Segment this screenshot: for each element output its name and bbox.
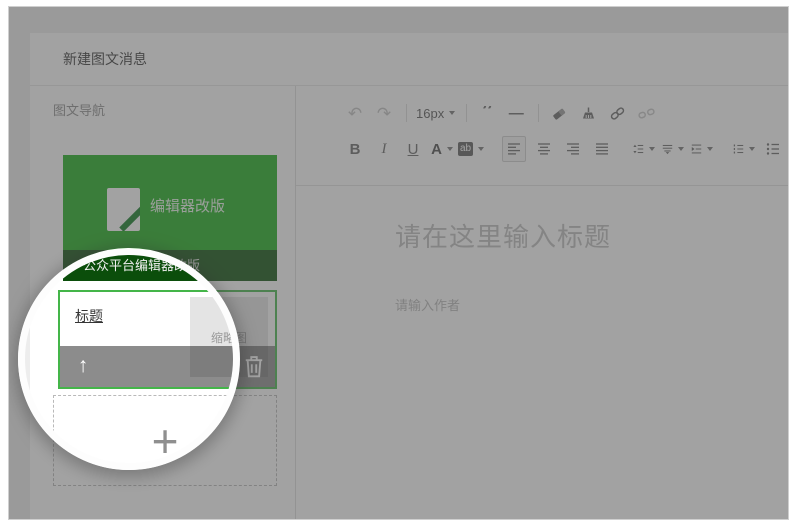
toolbar-row-1: ↶ ↷ 16px ” — — [344, 99, 788, 127]
horizontal-rule-button[interactable]: — — [505, 101, 527, 125]
delete-button[interactable] — [243, 354, 265, 378]
plus-icon: + — [152, 418, 179, 464]
editor-content-area[interactable]: 请在这里输入标题 请输入作者 — [296, 186, 788, 314]
chevron-down-icon — [478, 147, 484, 151]
toolbar-divider — [538, 104, 539, 122]
align-right-icon — [566, 142, 580, 156]
eraser-icon — [551, 106, 567, 121]
align-justify-button[interactable] — [591, 137, 613, 161]
bold-button[interactable]: B — [344, 137, 366, 161]
chevron-down-icon — [678, 147, 684, 151]
ordered-list-icon — [733, 142, 744, 156]
add-article-button[interactable]: + — [53, 395, 277, 486]
document-edit-icon — [107, 188, 140, 231]
toolbar-divider — [466, 104, 467, 122]
main-panel: 新建图文消息 图文导航 编辑器改版 公众平台编辑器改版 标题 缩略图 — [30, 33, 788, 519]
chevron-down-icon — [447, 147, 453, 151]
indent-button[interactable] — [691, 137, 713, 161]
unlink-button[interactable] — [635, 101, 657, 125]
line-height-button[interactable] — [633, 137, 655, 161]
quote-icon: ” — [481, 106, 493, 120]
cover-title: 编辑器改版 — [150, 195, 225, 216]
page-title: 新建图文消息 — [30, 33, 788, 86]
cover-caption: 公众平台编辑器改版 — [63, 250, 277, 281]
broom-icon — [581, 106, 596, 121]
editor-author-placeholder[interactable]: 请输入作者 — [395, 295, 788, 314]
cover-article-item[interactable]: 编辑器改版 公众平台编辑器改版 — [63, 155, 277, 281]
item-hover-bar: ↑ — [60, 346, 275, 387]
link-icon — [609, 106, 626, 121]
align-justify-icon — [595, 142, 609, 156]
chevron-down-icon — [449, 111, 455, 115]
ordered-list-button[interactable] — [733, 137, 755, 161]
undo-icon: ↶ — [348, 105, 362, 122]
article-title-link[interactable]: 标题 — [75, 306, 103, 326]
app-viewport: 新建图文消息 图文导航 编辑器改版 公众平台编辑器改版 标题 缩略图 — [9, 7, 788, 519]
indent-icon — [691, 142, 702, 156]
toolbar-row-2: B I U A ab — [344, 135, 788, 163]
align-center-icon — [537, 142, 551, 156]
letter-spacing-icon — [662, 142, 673, 156]
toolbar-divider — [406, 104, 407, 122]
redo-icon: ↷ — [377, 105, 391, 122]
eraser-button[interactable] — [548, 101, 570, 125]
font-color-button[interactable]: A — [431, 137, 453, 161]
article-nav-sidebar: 图文导航 编辑器改版 公众平台编辑器改版 标题 缩略图 ↑ — [30, 86, 296, 519]
unlink-icon — [638, 106, 655, 121]
chevron-down-icon — [649, 147, 655, 151]
blockquote-button[interactable]: ” — [476, 101, 498, 125]
align-left-button[interactable] — [502, 136, 526, 162]
chevron-down-icon — [749, 147, 755, 151]
font-size-value: 16px — [416, 106, 444, 121]
highlight-color-button[interactable]: ab — [460, 137, 482, 161]
chevron-down-icon — [707, 147, 713, 151]
editor-toolbar: ↶ ↷ 16px ” — — [296, 86, 788, 186]
italic-button[interactable]: I — [373, 137, 395, 161]
font-size-select[interactable]: 16px — [416, 101, 455, 125]
hr-icon: — — [509, 105, 524, 122]
undo-button[interactable]: ↶ — [344, 101, 366, 125]
editor-title-placeholder[interactable]: 请在这里输入标题 — [395, 217, 788, 254]
bullet-list-button[interactable] — [762, 137, 784, 161]
bullet-list-icon — [766, 142, 780, 156]
link-button[interactable] — [606, 101, 628, 125]
align-center-button[interactable] — [533, 137, 555, 161]
line-height-icon — [633, 142, 644, 156]
up-arrow-icon: ↑ — [78, 354, 89, 377]
redo-button[interactable]: ↷ — [373, 101, 395, 125]
underline-button[interactable]: U — [402, 137, 424, 161]
trash-icon — [243, 354, 265, 378]
article-item-selected[interactable]: 标题 缩略图 ↑ — [58, 290, 277, 389]
nav-title: 图文导航 — [30, 86, 295, 119]
letter-spacing-button[interactable] — [662, 137, 684, 161]
format-brush-button[interactable] — [577, 101, 599, 125]
align-left-icon — [507, 142, 521, 156]
move-up-button[interactable]: ↑ — [70, 352, 96, 380]
editor-panel: ↶ ↷ 16px ” — — [296, 86, 788, 519]
align-right-button[interactable] — [562, 137, 584, 161]
thumbnail-label: 缩略图 — [211, 329, 247, 346]
